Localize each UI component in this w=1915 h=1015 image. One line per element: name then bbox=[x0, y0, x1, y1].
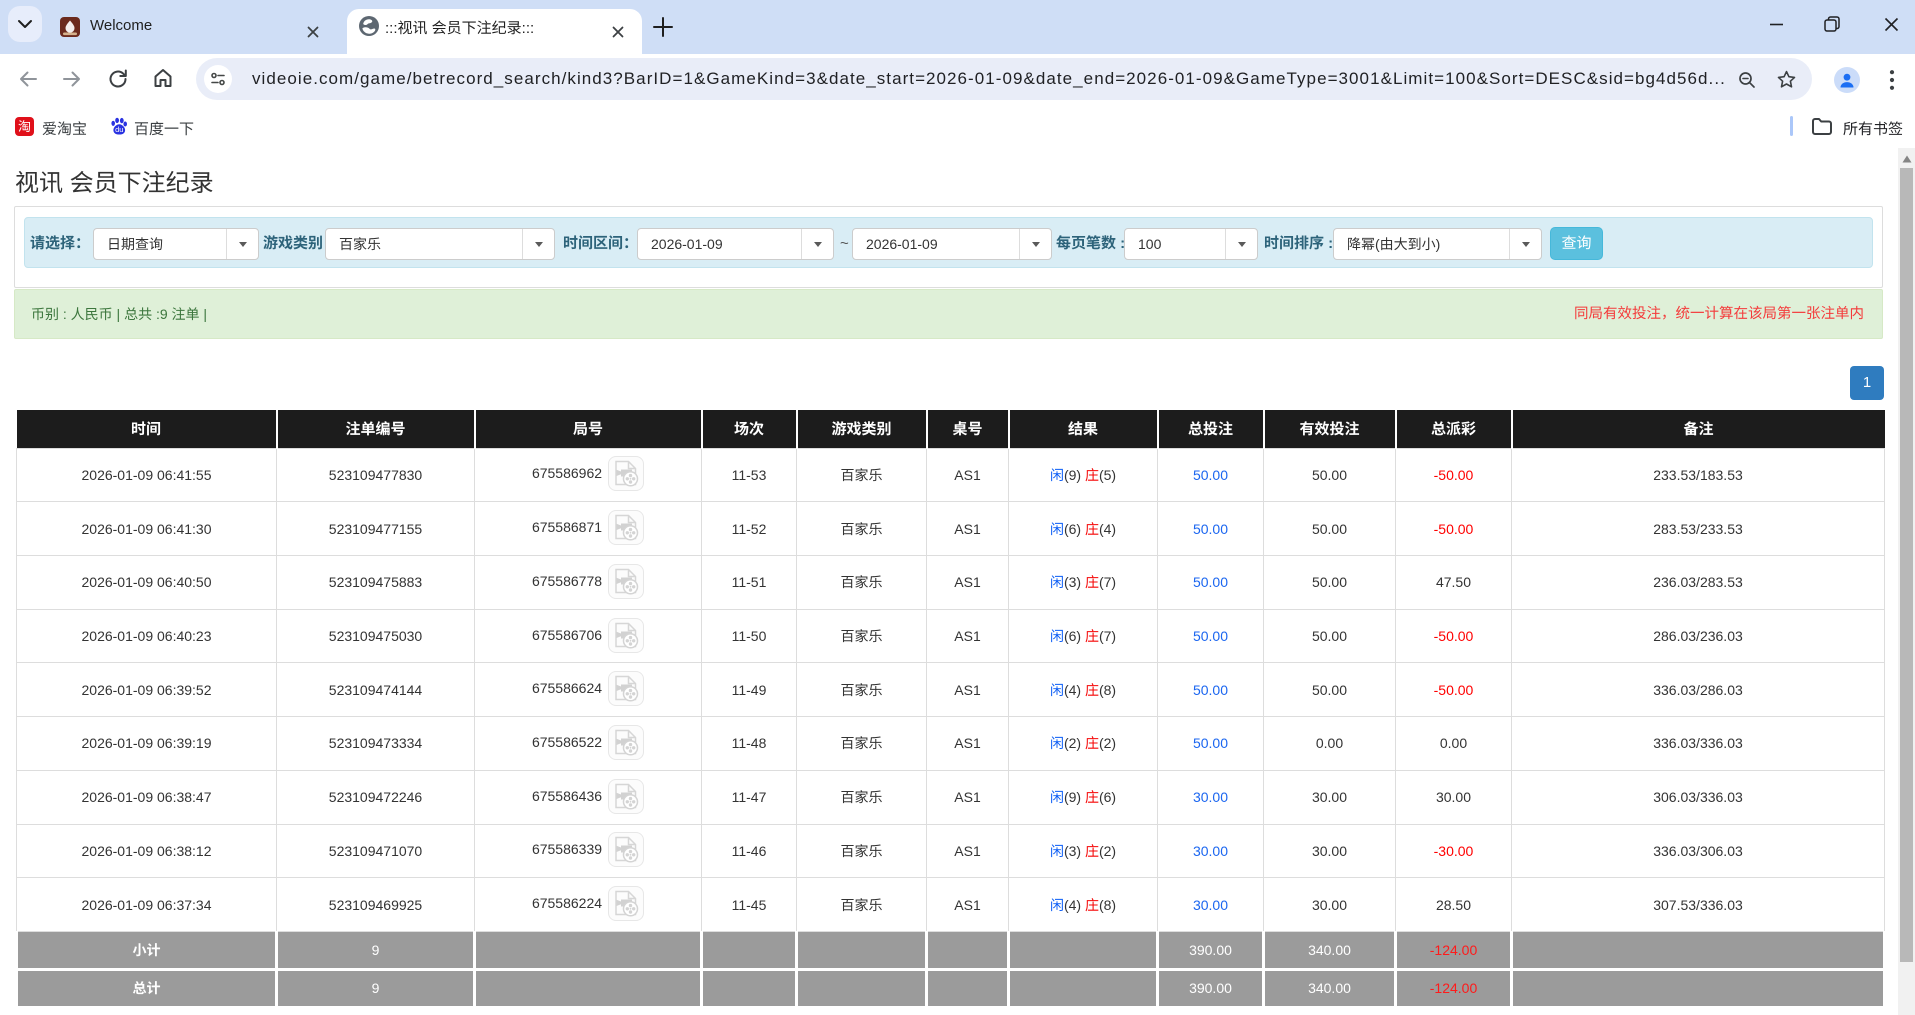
svg-text:du: du bbox=[115, 125, 123, 134]
